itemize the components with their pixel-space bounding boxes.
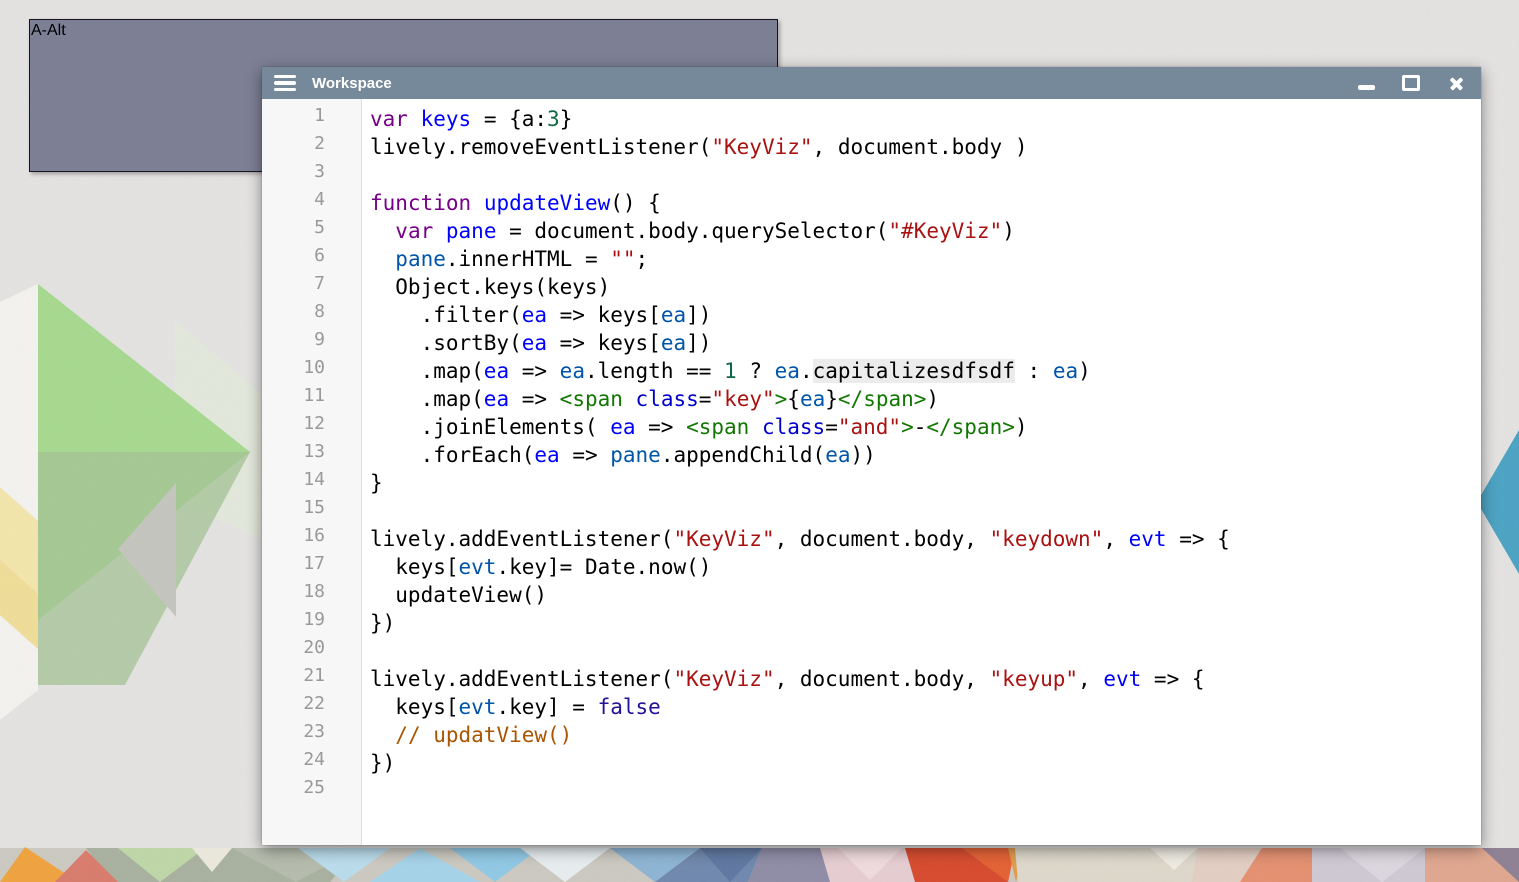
code-line[interactable] (370, 161, 1481, 189)
code-line[interactable]: keys[evt.key] = false (370, 693, 1481, 721)
code-line[interactable]: }) (370, 749, 1481, 777)
code-line[interactable] (370, 637, 1481, 665)
close-button[interactable] (1447, 75, 1465, 91)
code-line[interactable]: lively.addEventListener("KeyViz", docume… (370, 525, 1481, 553)
line-number: 8 (262, 301, 361, 329)
close-icon (1448, 75, 1464, 91)
code-line[interactable]: var keys = {a:3} (370, 105, 1481, 133)
code-line[interactable]: .map(ea => <span class="key">{ea}</span>… (370, 385, 1481, 413)
line-number: 7 (262, 273, 361, 301)
minimize-button[interactable] (1357, 75, 1375, 91)
line-number: 16 (262, 525, 361, 553)
line-number: 12 (262, 413, 361, 441)
line-number: 13 (262, 441, 361, 469)
code-line[interactable]: updateView() (370, 581, 1481, 609)
line-number: 17 (262, 553, 361, 581)
line-number: 15 (262, 497, 361, 525)
line-number: 3 (262, 161, 361, 189)
gutter: 1234567891011121314151617181920212223242… (262, 99, 362, 845)
line-number: 9 (262, 329, 361, 357)
maximize-icon (1402, 75, 1420, 91)
line-number: 25 (262, 777, 361, 805)
line-number: 22 (262, 693, 361, 721)
line-number: 24 (262, 749, 361, 777)
code-line[interactable]: // updatView() (370, 721, 1481, 749)
line-number: 20 (262, 637, 361, 665)
menu-icon[interactable] (274, 75, 296, 91)
titlebar[interactable]: Workspace (262, 67, 1481, 99)
desktop: A-Alt Workspace 123456789101112131415161… (0, 0, 1519, 882)
code-line[interactable]: function updateView() { (370, 189, 1481, 217)
code-line[interactable]: keys[evt.key]= Date.now() (370, 553, 1481, 581)
code-line[interactable]: lively.addEventListener("KeyViz", docume… (370, 665, 1481, 693)
code-line[interactable]: } (370, 469, 1481, 497)
window-title: Workspace (312, 75, 1357, 92)
code-line[interactable]: .filter(ea => keys[ea]) (370, 301, 1481, 329)
line-number: 2 (262, 133, 361, 161)
code-lines[interactable]: var keys = {a:3}lively.removeEventListen… (362, 99, 1481, 845)
line-number: 18 (262, 581, 361, 609)
line-number: 6 (262, 245, 361, 273)
code-line[interactable] (370, 497, 1481, 525)
code-line[interactable]: .map(ea => ea.length == 1 ? ea.capitaliz… (370, 357, 1481, 385)
maximize-button[interactable] (1402, 75, 1420, 91)
code-line[interactable]: Object.keys(keys) (370, 273, 1481, 301)
line-number: 14 (262, 469, 361, 497)
code-line[interactable]: .joinElements( ea => <span class="and">-… (370, 413, 1481, 441)
code-editor[interactable]: 1234567891011121314151617181920212223242… (262, 99, 1481, 845)
alt-window-title: A-Alt (30, 20, 777, 42)
window-controls (1357, 75, 1481, 91)
code-line[interactable]: pane.innerHTML = ""; (370, 245, 1481, 273)
line-number: 11 (262, 385, 361, 413)
line-number: 23 (262, 721, 361, 749)
code-line[interactable]: .forEach(ea => pane.appendChild(ea)) (370, 441, 1481, 469)
code-line[interactable]: var pane = document.body.querySelector("… (370, 217, 1481, 245)
minimize-icon (1358, 85, 1375, 90)
code-line[interactable] (370, 777, 1481, 805)
workspace-window: Workspace 123456789101112131415161718192… (262, 67, 1481, 845)
line-number: 4 (262, 189, 361, 217)
line-number: 19 (262, 609, 361, 637)
code-line[interactable]: }) (370, 609, 1481, 637)
line-number: 21 (262, 665, 361, 693)
code-line[interactable]: lively.removeEventListener("KeyViz", doc… (370, 133, 1481, 161)
line-number: 5 (262, 217, 361, 245)
line-number: 1 (262, 105, 361, 133)
code-line[interactable]: .sortBy(ea => keys[ea]) (370, 329, 1481, 357)
line-number: 10 (262, 357, 361, 385)
